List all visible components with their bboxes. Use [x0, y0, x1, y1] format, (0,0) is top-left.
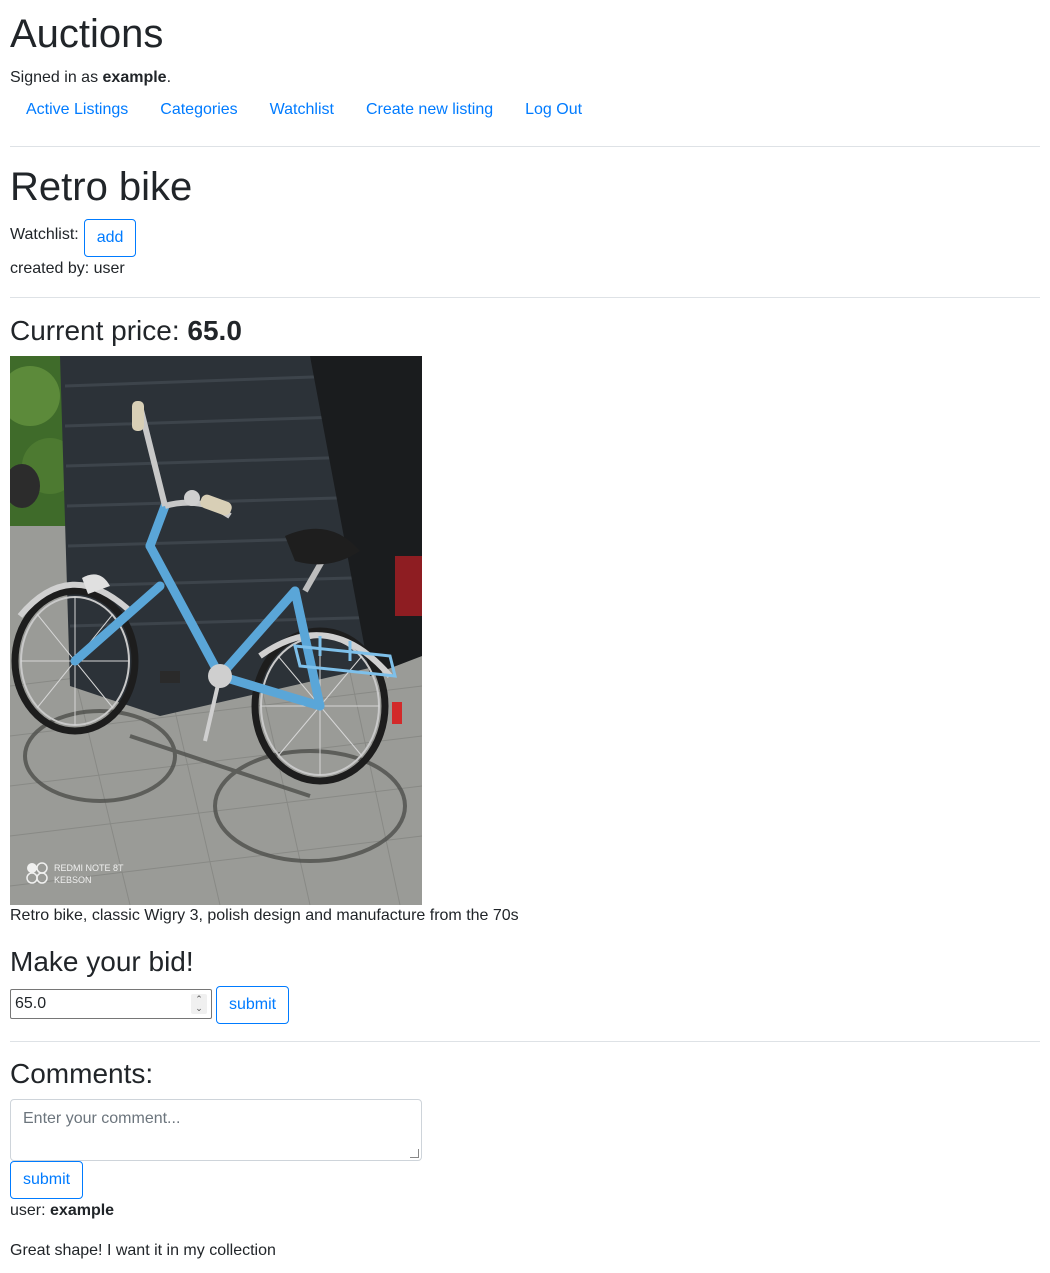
comment-submit-button[interactable]: submit: [10, 1161, 84, 1199]
site-title: Auctions: [10, 12, 164, 56]
image-watermark-line1: REDMI NOTE 8T: [54, 863, 124, 873]
nav-active-listings[interactable]: Active Listings: [10, 98, 144, 122]
signed-in-prefix: Signed in as: [10, 69, 99, 86]
comment-author: user: example: [10, 1199, 114, 1223]
image-watermark-line2: KEBSON: [54, 875, 92, 885]
bid-heading: Make your bid!: [10, 946, 194, 977]
bid-amount-value: 65.0: [15, 995, 47, 1012]
watchlist-add-button[interactable]: add: [83, 219, 137, 257]
divider: [10, 297, 1040, 298]
listing-image: REDMI NOTE 8T KEBSON: [10, 356, 422, 905]
watchlist-row: Watchlist: add: [10, 219, 137, 257]
signed-in-status: Signed in as example.: [10, 66, 171, 90]
listing-description: Retro bike, classic Wigry 3, polish desi…: [10, 907, 519, 924]
divider: [10, 1041, 1040, 1042]
listing-title: Retro bike: [10, 165, 193, 209]
comment-text: Great shape! I want it in my collection: [10, 1242, 276, 1259]
comment-author-name: example: [50, 1202, 115, 1219]
bid-amount-input[interactable]: 65.0 ⌃ ⌄: [10, 989, 212, 1019]
main-nav: Active Listings Categories Watchlist Cre…: [10, 98, 598, 122]
signed-in-suffix: .: [166, 69, 172, 86]
nav-categories[interactable]: Categories: [144, 98, 253, 122]
current-price: Current price: 65.0: [10, 313, 242, 349]
bid-form: 65.0 ⌃ ⌄ submit: [10, 986, 290, 1024]
current-price-value: 65.0: [187, 315, 242, 346]
nav-logout[interactable]: Log Out: [509, 98, 598, 122]
comment-textarea[interactable]: Enter your comment...: [10, 1099, 422, 1161]
resize-handle-icon[interactable]: [410, 1149, 419, 1158]
number-spinner-icon[interactable]: ⌃ ⌄: [191, 994, 207, 1014]
bid-submit-button[interactable]: submit: [216, 986, 290, 1024]
comment-author-prefix: user:: [10, 1202, 46, 1219]
divider: [10, 146, 1040, 147]
created-by: created by: user: [10, 260, 125, 277]
nav-watchlist[interactable]: Watchlist: [254, 98, 350, 122]
signed-in-username: example: [102, 69, 167, 86]
nav-create-listing[interactable]: Create new listing: [350, 98, 509, 122]
comments-heading: Comments:: [10, 1058, 154, 1089]
current-price-label: Current price:: [10, 315, 180, 346]
comment-placeholder: Enter your comment...: [23, 1110, 181, 1127]
watchlist-label: Watchlist:: [10, 226, 79, 243]
